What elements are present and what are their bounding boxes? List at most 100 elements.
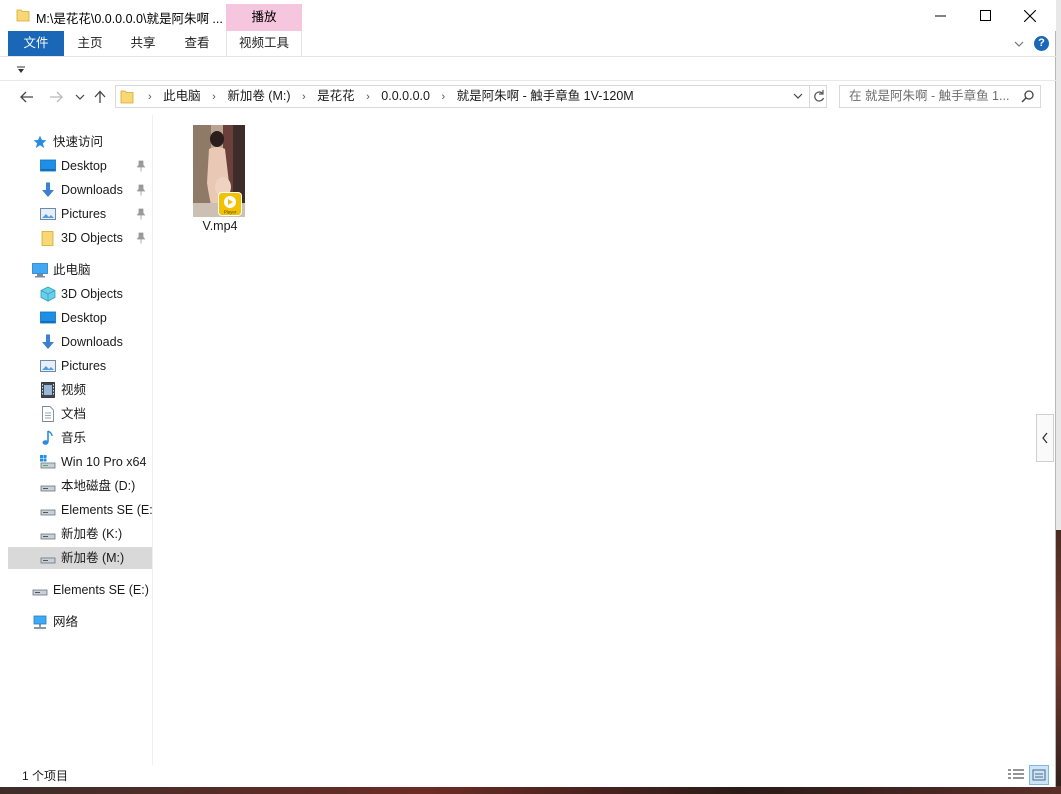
nav-label: Downloads — [61, 335, 123, 349]
nav-quick-access[interactable]: 快速访问 — [8, 131, 152, 153]
download-icon — [42, 334, 54, 349]
download-icon — [42, 182, 54, 197]
drive-icon — [40, 533, 56, 540]
breadcrumb-this-pc[interactable]: 此电脑 — [163, 89, 201, 103]
status-bar: 1 个项目 — [0, 765, 1056, 787]
nav-label: Elements SE (E: — [61, 503, 152, 517]
quick-access-toolbar — [0, 57, 1056, 81]
pin-icon[interactable] — [136, 184, 146, 196]
nav-drive-m[interactable]: 新加卷 (M:) — [8, 547, 152, 569]
window-title: M:\是花花\0.0.0.0.0\就是阿朱啊 ... — [36, 12, 223, 26]
item-count: 1 个项目 — [22, 769, 69, 783]
document-icon — [42, 406, 54, 422]
nav-label: 视频 — [61, 383, 87, 397]
arrow-up-icon — [94, 90, 106, 103]
breadcrumb-separator[interactable]: › — [212, 91, 216, 103]
details-view-icon[interactable] — [1007, 767, 1025, 783]
pin-icon[interactable] — [136, 208, 146, 220]
nav-quick-downloads[interactable]: Downloads — [8, 179, 152, 201]
breadcrumb-separator[interactable]: › — [441, 91, 445, 103]
address-bar[interactable]: › 此电脑 › 新加卷 (M:) › 是花花 › 0.0.0.0.0 › 就是阿… — [115, 85, 827, 108]
file-item[interactable]: Player V.mp4 — [187, 121, 253, 239]
up-button[interactable] — [90, 87, 110, 107]
video-icon — [41, 382, 55, 398]
drive-icon — [40, 509, 56, 516]
nav-quick-desktop[interactable]: Desktop — [8, 155, 152, 177]
title-bar: M:\是花花\0.0.0.0.0\就是阿朱啊 ... 播放 — [0, 0, 1056, 31]
nav-quick-pictures[interactable]: Pictures — [8, 203, 152, 225]
pin-icon[interactable] — [136, 232, 146, 244]
chevron-down-icon[interactable] — [792, 90, 804, 102]
system-drive-icon — [40, 455, 56, 469]
arrow-left-icon — [20, 91, 33, 103]
close-button[interactable] — [1007, 0, 1053, 31]
forward-button[interactable] — [46, 87, 66, 107]
breadcrumb-volume[interactable]: 新加卷 (M:) — [227, 89, 290, 103]
nav-documents[interactable]: 文档 — [8, 403, 152, 425]
file-name: V.mp4 — [202, 219, 238, 233]
badge-label: Player — [224, 210, 237, 215]
context-tab-header: 播放 — [226, 4, 302, 31]
play-icon: Player — [224, 196, 237, 215]
drive-icon — [40, 557, 56, 564]
pin-icon[interactable] — [136, 160, 146, 172]
breadcrumb-separator[interactable]: › — [366, 91, 370, 103]
tab-view[interactable]: 查看 — [172, 31, 222, 56]
large-icons-view-button[interactable] — [1029, 765, 1049, 785]
nav-quick-3d-objects[interactable]: 3D Objects — [8, 227, 152, 249]
nav-label: Downloads — [61, 183, 123, 197]
minimize-icon — [934, 15, 946, 17]
tab-file[interactable]: 文件 — [8, 31, 64, 56]
breadcrumb-folder[interactable]: 0.0.0.0.0 — [381, 89, 430, 103]
drive-icon — [32, 589, 48, 596]
tab-home[interactable]: 主页 — [66, 31, 114, 56]
folder-icon — [16, 9, 30, 22]
toolbar-dropdown-icon[interactable] — [16, 65, 26, 75]
help-icon[interactable]: ? — [1034, 36, 1049, 51]
nav-drive-e[interactable]: Elements SE (E: — [8, 499, 152, 521]
preview-pane-toggle[interactable] — [1036, 414, 1054, 462]
nav-videos[interactable]: 视频 — [8, 379, 152, 401]
tab-video-tools[interactable]: 视频工具 — [226, 31, 302, 56]
breadcrumb-folder[interactable]: 是花花 — [317, 89, 355, 103]
nav-drive-d[interactable]: 本地磁盘 (D:) — [8, 475, 152, 497]
back-button[interactable] — [17, 87, 37, 107]
tab-share[interactable]: 共享 — [118, 31, 168, 56]
nav-label: 新加卷 (M:) — [61, 551, 125, 565]
network-icon — [33, 615, 47, 629]
arrow-right-icon — [50, 91, 63, 103]
nav-label: 3D Objects — [61, 231, 123, 245]
breadcrumb-separator[interactable]: › — [302, 91, 306, 103]
nav-drive-k[interactable]: 新加卷 (K:) — [8, 523, 152, 545]
nav-music[interactable]: 音乐 — [8, 427, 152, 449]
nav-3d-objects[interactable]: 3D Objects — [8, 283, 152, 305]
maximize-button[interactable] — [962, 0, 1008, 31]
search-input[interactable]: 在 就是阿朱啊 - 触手章鱼 1... — [839, 85, 1041, 108]
refresh-icon[interactable] — [812, 88, 826, 104]
nav-pictures[interactable]: Pictures — [8, 355, 152, 377]
player-badge: Player — [219, 193, 241, 215]
recent-locations-button[interactable] — [70, 87, 90, 107]
minimize-button[interactable] — [917, 0, 963, 31]
breadcrumb-current[interactable]: 就是阿朱啊 - 触手章鱼 1V-120M — [457, 89, 634, 103]
breadcrumb-separator: › — [148, 91, 152, 103]
3d-objects-icon — [40, 286, 56, 302]
nav-label: Pictures — [61, 359, 107, 373]
folder-icon — [41, 231, 54, 246]
close-icon — [1024, 9, 1036, 22]
chevron-down-icon[interactable] — [1011, 37, 1027, 51]
nav-network[interactable]: 网络 — [8, 611, 152, 633]
pictures-icon — [40, 208, 56, 220]
nav-label: 网络 — [53, 615, 79, 629]
computer-icon — [32, 263, 48, 278]
nav-desktop[interactable]: Desktop — [8, 307, 152, 329]
nav-drive-c[interactable]: Win 10 Pro x64 — [8, 451, 152, 473]
nav-this-pc[interactable]: 此电脑 — [8, 259, 152, 281]
nav-label: 3D Objects — [61, 287, 123, 301]
nav-external-drive-e[interactable]: Elements SE (E:) — [8, 579, 152, 601]
desktop-icon — [40, 311, 56, 324]
nav-downloads[interactable]: Downloads — [8, 331, 152, 353]
taskbar-edge — [0, 786, 1061, 794]
folder-icon — [120, 90, 134, 104]
search-icon[interactable] — [1021, 90, 1034, 103]
